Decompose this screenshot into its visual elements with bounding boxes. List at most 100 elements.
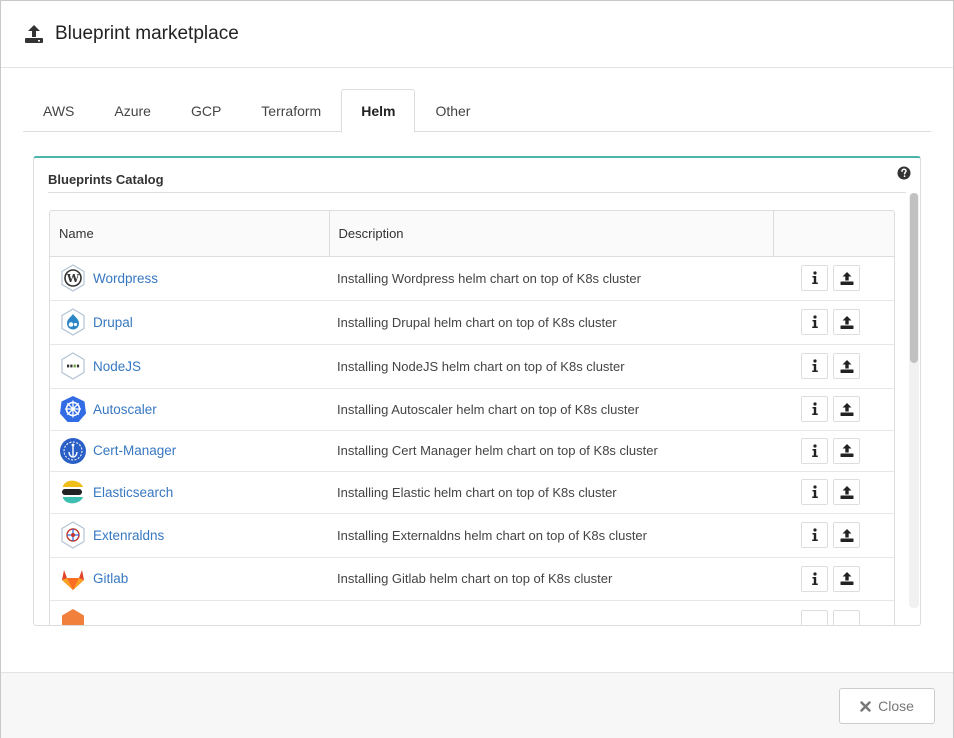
deploy-button[interactable] bbox=[833, 396, 860, 422]
table-header-row: Name Description bbox=[50, 211, 894, 257]
upload-icon bbox=[840, 315, 853, 329]
deploy-button[interactable] bbox=[833, 437, 860, 464]
description-cell: Installing Autoscaler helm chart on top … bbox=[329, 388, 773, 431]
actions-cell bbox=[773, 256, 894, 301]
deploy-button[interactable] bbox=[833, 479, 860, 505]
info-button[interactable] bbox=[801, 479, 828, 505]
cert-manager-icon bbox=[59, 437, 87, 465]
blueprint-marketplace-modal: Blueprint marketplace AWS Azure GCP Terr… bbox=[0, 0, 954, 738]
actions-cell bbox=[773, 557, 894, 601]
kubernetes-icon bbox=[59, 395, 87, 423]
deploy-button[interactable] bbox=[833, 609, 860, 625]
svg-text:W: W bbox=[66, 272, 80, 285]
tab-azure[interactable]: Azure bbox=[94, 89, 171, 132]
info-button[interactable] bbox=[801, 396, 828, 422]
upload-icon bbox=[840, 528, 853, 542]
upload-icon bbox=[23, 23, 45, 45]
info-button[interactable] bbox=[801, 522, 828, 548]
scrollbar-thumb[interactable] bbox=[910, 193, 918, 363]
deploy-button[interactable] bbox=[833, 265, 860, 291]
close-button-label: Close bbox=[878, 698, 914, 714]
name-cell: NodeJS bbox=[50, 344, 329, 389]
description-cell: Installing NodeJS helm chart on top of K… bbox=[329, 344, 773, 389]
table-row: W Wordpress Installing Wordpress helm ch… bbox=[50, 256, 894, 301]
description-cell: Installing Gitlab helm chart on top of K… bbox=[329, 557, 773, 601]
description-cell bbox=[329, 600, 773, 625]
tab-other[interactable]: Other bbox=[415, 89, 490, 132]
info-icon bbox=[811, 485, 818, 498]
actions-cell bbox=[773, 300, 894, 345]
upload-icon bbox=[840, 485, 853, 499]
actions-cell bbox=[773, 430, 894, 472]
close-button[interactable]: Close bbox=[839, 688, 935, 724]
blueprint-name-link[interactable]: NodeJS bbox=[93, 359, 141, 374]
info-icon bbox=[811, 528, 818, 541]
actions-cell bbox=[773, 600, 894, 625]
blueprint-name-link[interactable]: Autoscaler bbox=[93, 402, 157, 417]
actions-cell bbox=[773, 471, 894, 514]
catalog-table: Name Description W Wordpress Installing … bbox=[50, 211, 894, 625]
name-cell: Elasticsearch bbox=[50, 471, 329, 514]
deploy-button[interactable] bbox=[833, 353, 860, 379]
blueprint-name-link[interactable]: Gitlab bbox=[93, 571, 128, 586]
blueprint-name-link[interactable]: Drupal bbox=[93, 315, 133, 330]
nodejs-icon bbox=[59, 352, 87, 380]
blueprint-name-link[interactable]: Extenraldns bbox=[93, 528, 164, 543]
actions-cell bbox=[773, 513, 894, 558]
info-icon bbox=[811, 271, 818, 284]
externaldns-icon bbox=[59, 521, 87, 549]
catalog-title: Blueprints Catalog bbox=[48, 172, 164, 187]
gitlab-icon bbox=[59, 565, 87, 593]
name-cell: Gitlab bbox=[50, 557, 329, 601]
description-cell: Installing Elastic helm chart on top of … bbox=[329, 471, 773, 514]
name-cell: Autoscaler bbox=[50, 388, 329, 431]
info-button[interactable] bbox=[801, 565, 828, 592]
blueprint-name-link[interactable]: Cert-Manager bbox=[93, 443, 176, 458]
blueprint-name-link[interactable]: Wordpress bbox=[93, 271, 158, 286]
actions-cell bbox=[773, 344, 894, 389]
table-row: Drupal Installing Drupal helm chart on t… bbox=[50, 300, 894, 345]
column-header-description[interactable]: Description bbox=[329, 211, 774, 257]
upload-icon bbox=[840, 444, 853, 457]
catalog-scrollbar[interactable] bbox=[909, 193, 919, 608]
blueprints-catalog-panel: Blueprints Catalog Name Description W Wo… bbox=[33, 156, 921, 626]
name-cell: Cert-Manager bbox=[50, 430, 329, 472]
deploy-button[interactable] bbox=[833, 522, 860, 548]
table-row: Gitlab Installing Gitlab helm chart on t… bbox=[50, 557, 894, 601]
partial-row-icon bbox=[59, 608, 87, 625]
table-row: Cert-Manager Installing Cert Manager hel… bbox=[50, 430, 894, 472]
blueprint-name-link[interactable]: Elasticsearch bbox=[93, 485, 173, 500]
tab-helm[interactable]: Helm bbox=[341, 89, 416, 133]
catalog-table-wrapper: Name Description W Wordpress Installing … bbox=[49, 210, 895, 625]
deploy-button[interactable] bbox=[833, 565, 860, 592]
tab-gcp[interactable]: GCP bbox=[171, 89, 241, 132]
name-cell: Extenraldns bbox=[50, 513, 329, 558]
info-icon bbox=[811, 443, 818, 457]
info-button[interactable] bbox=[801, 353, 828, 379]
info-button[interactable] bbox=[801, 437, 828, 464]
upload-icon bbox=[840, 572, 853, 585]
info-button[interactable] bbox=[801, 309, 828, 335]
info-icon bbox=[811, 402, 818, 415]
column-header-name[interactable]: Name bbox=[50, 211, 330, 257]
elasticsearch-icon bbox=[59, 478, 87, 506]
info-button[interactable] bbox=[801, 609, 828, 625]
deploy-button[interactable] bbox=[833, 309, 860, 335]
question-circle-icon[interactable] bbox=[897, 166, 911, 180]
actions-cell bbox=[773, 388, 894, 431]
tab-terraform[interactable]: Terraform bbox=[241, 89, 341, 132]
info-button[interactable] bbox=[801, 265, 828, 291]
tab-aws[interactable]: AWS bbox=[23, 89, 94, 132]
description-cell: Installing Externaldns helm chart on top… bbox=[329, 513, 773, 558]
name-cell: Drupal bbox=[50, 300, 329, 345]
name-cell bbox=[50, 600, 329, 625]
description-cell: Installing Wordpress helm chart on top o… bbox=[329, 256, 773, 301]
info-icon bbox=[811, 571, 818, 585]
info-icon bbox=[811, 359, 818, 372]
name-cell: W Wordpress bbox=[50, 256, 329, 301]
table-row: Autoscaler Installing Autoscaler helm ch… bbox=[50, 388, 894, 431]
info-icon bbox=[811, 315, 818, 328]
description-cell: Installing Cert Manager helm chart on to… bbox=[329, 430, 773, 472]
wordpress-icon: W bbox=[59, 264, 87, 292]
table-row: NodeJS Installing NodeJS helm chart on t… bbox=[50, 344, 894, 389]
